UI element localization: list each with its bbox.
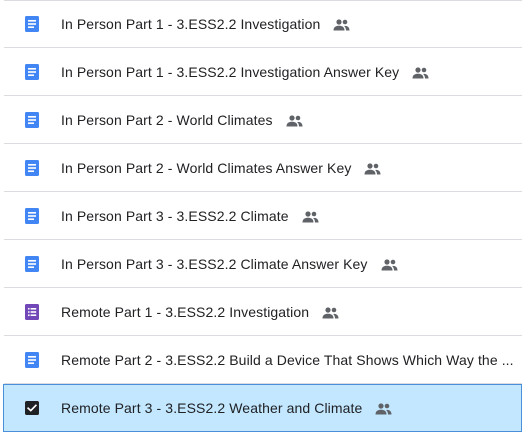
shared-people-icon	[286, 115, 303, 127]
file-row[interactable]: In Person Part 1 - 3.ESS2.2 Investigatio…	[4, 0, 522, 48]
google-docs-icon	[25, 255, 39, 272]
google-docs-icon	[25, 159, 39, 176]
file-row[interactable]: In Person Part 2 - World Climates	[4, 96, 522, 144]
google-forms-icon	[25, 303, 39, 320]
google-docs-icon	[25, 63, 39, 80]
file-name: In Person Part 3 - 3.ESS2.2 Climate	[61, 207, 289, 224]
google-docs-icon	[25, 207, 39, 224]
file-row[interactable]: In Person Part 2 - World Climates Answer…	[4, 144, 522, 192]
shared-people-icon	[364, 163, 381, 175]
shared-people-icon	[302, 211, 319, 223]
file-name: In Person Part 1 - 3.ESS2.2 Investigatio…	[61, 16, 321, 32]
file-list: In Person Part 1 - 3.ESS2.2 Investigatio…	[3, 0, 522, 445]
file-name: In Person Part 2 - World Climates	[61, 111, 273, 128]
checkbox-checked-icon[interactable]	[25, 400, 39, 416]
file-name: In Person Part 3 - 3.ESS2.2 Climate Answ…	[61, 255, 368, 272]
shared-people-icon	[412, 67, 429, 79]
file-row[interactable]: In Person Part 1 - 3.ESS2.2 Investigatio…	[4, 48, 522, 96]
shared-people-icon	[381, 259, 398, 271]
file-row[interactable]: Remote Part 1 - 3.ESS2.2 Investigation	[4, 288, 522, 336]
file-name: Remote Part 3 - 3.ESS2.2 Weather and Cli…	[61, 400, 363, 416]
shared-people-icon	[333, 19, 350, 31]
google-docs-icon	[25, 16, 39, 32]
google-docs-icon	[25, 111, 39, 128]
file-name: Remote Part 2 - 3.ESS2.2 Build a Device …	[61, 351, 514, 368]
shared-people-icon	[322, 307, 339, 319]
shared-people-icon	[375, 403, 392, 415]
file-row[interactable]: In Person Part 3 - 3.ESS2.2 Climate	[4, 192, 522, 240]
file-row[interactable]: Remote Part 2 - 3.ESS2.2 Build a Device …	[4, 336, 522, 384]
google-docs-icon	[25, 351, 39, 368]
file-row[interactable]: In Person Part 3 - 3.ESS2.2 Climate Answ…	[4, 240, 522, 288]
file-name: In Person Part 2 - World Climates Answer…	[61, 159, 352, 176]
file-row-selected[interactable]: Remote Part 3 - 3.ESS2.2 Weather and Cli…	[3, 384, 522, 432]
file-name: Remote Part 1 - 3.ESS2.2 Investigation	[61, 303, 310, 320]
file-name: In Person Part 1 - 3.ESS2.2 Investigatio…	[61, 63, 400, 80]
